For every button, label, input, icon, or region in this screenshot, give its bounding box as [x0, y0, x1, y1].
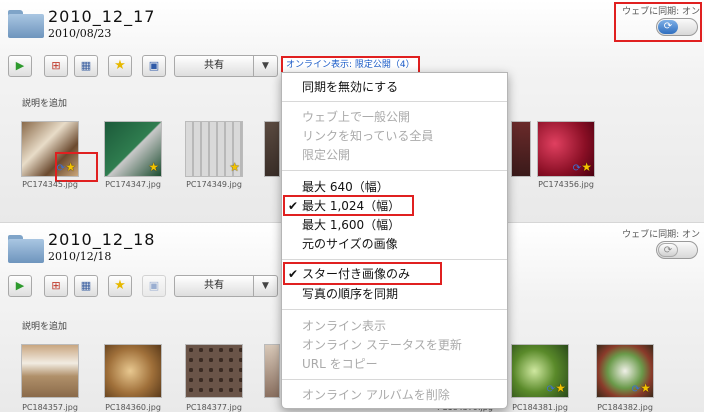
photo-thumbnail[interactable]: [511, 121, 531, 177]
menu-separator: [282, 101, 507, 102]
save-button[interactable]: ▣: [142, 275, 166, 297]
slideshow-button[interactable]: ▦: [74, 55, 98, 77]
chevron-down-icon[interactable]: ▼: [253, 56, 277, 76]
photo-thumbnail[interactable]: ★: [185, 121, 243, 177]
menu-item-public[interactable]: ウェブ上で一般公開: [302, 109, 410, 125]
photo-filename: PC184377.jpg: [186, 403, 242, 412]
share-dropdown[interactable]: 共有 ▼: [174, 55, 278, 77]
sync-icon: ⟳: [658, 243, 678, 257]
album-date: 2010/08/23: [48, 27, 112, 40]
star-icon: ★: [229, 160, 240, 174]
save-button[interactable]: ▣: [142, 55, 166, 77]
photo-filename: PC174349.jpg: [186, 180, 242, 189]
star-icon: ★: [555, 381, 566, 395]
album-title[interactable]: 2010_12_17: [48, 7, 155, 26]
play-button[interactable]: ▶: [8, 55, 32, 77]
photo-filename: PC184360.jpg: [105, 403, 161, 412]
photo-thumbnail[interactable]: ⟳ ★: [511, 344, 569, 398]
highlight-box: [55, 152, 98, 182]
highlight-box: [283, 262, 442, 285]
photo-filename: PC174356.jpg: [538, 180, 594, 189]
menu-item-original-size[interactable]: 元のサイズの画像: [302, 236, 398, 252]
add-to-album-icon: ⊞: [51, 59, 61, 72]
folder-icon: [8, 235, 44, 263]
menu-item-sync-order[interactable]: 写真の順序を同期: [302, 286, 398, 302]
star-icon: ★: [581, 160, 592, 174]
floppy-disk-icon: ▣: [148, 279, 160, 292]
photo-filename: PC184357.jpg: [22, 403, 78, 412]
menu-separator: [282, 170, 507, 171]
menu-item-max-1600[interactable]: 最大 1,600（幅）: [302, 217, 400, 233]
menu-item-refresh-status[interactable]: オンライン ステータスを更新: [302, 337, 462, 353]
play-icon: ▶: [15, 279, 25, 292]
star-icon: ★: [148, 160, 159, 174]
play-icon: ▶: [15, 59, 25, 72]
menu-separator: [282, 309, 507, 310]
highlight-box: [614, 2, 702, 42]
menu-item-copy-url[interactable]: URL をコピー: [302, 356, 378, 372]
menu-item-anyone-with-link[interactable]: リンクを知っている全員: [302, 128, 433, 144]
star-button[interactable]: ★: [108, 55, 132, 77]
filmstrip-icon: ▦: [80, 279, 92, 292]
album-title[interactable]: 2010_12_18: [48, 230, 155, 249]
share-dropdown[interactable]: 共有 ▼: [174, 275, 278, 297]
slideshow-button[interactable]: ▦: [74, 275, 98, 297]
photo-thumbnail[interactable]: ⟳ ★: [596, 344, 654, 398]
description-field[interactable]: 説明を追加: [22, 319, 67, 332]
share-label: 共有: [204, 60, 224, 71]
play-button[interactable]: ▶: [8, 275, 32, 297]
photo-thumbnail[interactable]: ★: [104, 121, 162, 177]
share-label: 共有: [204, 280, 224, 291]
menu-item-delete-online-album[interactable]: オンライン アルバムを削除: [302, 387, 450, 403]
photo-thumbnail[interactable]: [104, 344, 162, 398]
photo-thumbnail[interactable]: [264, 344, 280, 398]
star-icon: ★: [640, 381, 651, 395]
star-icon: ★: [114, 278, 126, 293]
sync-icon: ⟳: [546, 384, 555, 395]
photo-thumbnail[interactable]: [264, 121, 280, 177]
menu-item-limited[interactable]: 限定公開: [302, 147, 350, 163]
chevron-down-icon[interactable]: ▼: [253, 276, 277, 296]
add-to-album-button[interactable]: ⊞: [44, 55, 68, 77]
photo-thumbnail[interactable]: ⟳ ★: [537, 121, 595, 177]
photo-filename: PC184381.jpg: [512, 403, 568, 412]
sync-options-menu: 同期を無効にする ウェブ上で一般公開 リンクを知っている全員 限定公開 最大 6…: [281, 72, 508, 409]
add-to-album-icon: ⊞: [51, 279, 61, 292]
album-date: 2010/12/18: [48, 250, 112, 263]
filmstrip-icon: ▦: [80, 59, 92, 72]
folder-icon: [8, 10, 44, 38]
sync-toggle[interactable]: ⟳: [656, 241, 698, 259]
menu-separator: [282, 379, 507, 380]
menu-separator: [282, 259, 507, 260]
photo-filename: PC174345.jpg: [22, 180, 78, 189]
photo-thumbnail[interactable]: [21, 344, 79, 398]
photo-thumbnail[interactable]: [185, 344, 243, 398]
description-field[interactable]: 説明を追加: [22, 96, 67, 109]
sync-icon: ⟳: [572, 163, 581, 174]
star-button[interactable]: ★: [108, 275, 132, 297]
floppy-disk-icon: ▣: [148, 59, 160, 72]
menu-item-view-online[interactable]: オンライン表示: [302, 318, 386, 334]
menu-item-disable-sync[interactable]: 同期を無効にする: [302, 79, 398, 95]
highlight-box: [283, 195, 414, 216]
menu-item-max-640[interactable]: 最大 640（幅）: [302, 179, 389, 195]
add-to-album-button[interactable]: ⊞: [44, 275, 68, 297]
photo-filename: PC184382.jpg: [597, 403, 653, 412]
photo-filename: PC174347.jpg: [105, 180, 161, 189]
sync-icon: ⟳: [631, 384, 640, 395]
star-icon: ★: [114, 58, 126, 73]
sync-label: ウェブに同期: オン: [622, 230, 700, 240]
